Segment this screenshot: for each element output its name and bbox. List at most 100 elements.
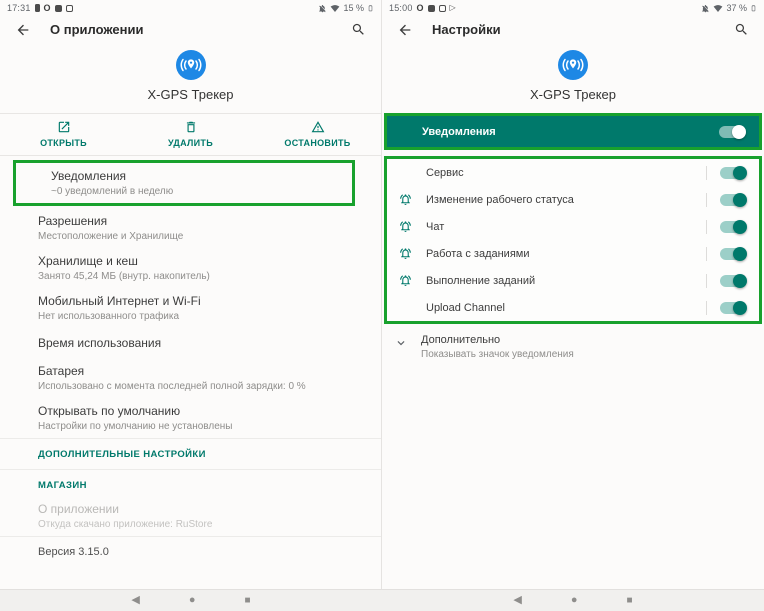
force-stop-button[interactable]: ОСТАНОВИТЬ: [254, 120, 381, 148]
wifi-icon: [330, 4, 340, 13]
navigation-bar-left: ◀ ● ■: [0, 590, 382, 611]
status-app-icon: [66, 5, 73, 12]
force-stop-button-label: ОСТАНОВИТЬ: [284, 138, 350, 148]
highlight-box-master-toggle: Уведомления: [384, 113, 762, 150]
recents-icon[interactable]: ■: [627, 596, 633, 606]
advanced-expander[interactable]: Дополнительно Показывать значок уведомле…: [382, 324, 764, 370]
channel-icon-slot: [399, 274, 426, 287]
channel-row-chat[interactable]: Чат: [387, 213, 759, 240]
status-app-icon: [55, 5, 62, 12]
bell-ringing-icon: [399, 193, 412, 206]
page-title: О приложении: [50, 22, 349, 37]
channel-row-status-change[interactable]: Изменение рабочего статуса: [387, 186, 759, 213]
app-action-buttons: ОТКРЫТЬ УДАЛИТЬ ОСТАНОВИТЬ: [0, 113, 381, 156]
status-app-icon: [35, 4, 40, 12]
uninstall-button-label: УДАЛИТЬ: [168, 138, 213, 148]
list-item-title: Разрешения: [38, 214, 365, 228]
search-button[interactable]: [349, 21, 367, 39]
x-gps-tracker-app-icon: [176, 50, 206, 80]
page-title: Настройки: [432, 22, 732, 37]
back-button[interactable]: [396, 21, 414, 39]
bell-ringing-icon: [399, 274, 412, 287]
channel-label: Чат: [426, 221, 706, 233]
channel-toggle[interactable]: [720, 275, 746, 287]
list-item-mobile-data[interactable]: Мобильный Интернет и Wi-Fi Нет использов…: [0, 288, 381, 328]
notifications-master-label: Уведомления: [422, 126, 719, 138]
highlight-box-notifications: Уведомления ~0 уведомлений в неделю: [13, 160, 355, 206]
channel-toggle[interactable]: [720, 248, 746, 260]
battery-icon: [750, 3, 757, 13]
open-in-new-icon: [57, 120, 71, 134]
status-bar-right: 15 %: [318, 3, 374, 13]
divider: [706, 166, 707, 180]
channel-toggle[interactable]: [720, 167, 746, 179]
notifications-master-row[interactable]: Уведомления: [387, 116, 759, 147]
divider: [706, 247, 707, 261]
channel-row-task-work[interactable]: Работа с заданиями: [387, 240, 759, 267]
home-icon[interactable]: ●: [189, 595, 196, 606]
toggle-thumb: [733, 193, 747, 207]
list-item-screen-time[interactable]: Время использования: [0, 328, 381, 358]
list-item-subtitle: Использовано с момента последней полной …: [38, 381, 365, 392]
list-item-title: Хранилище и кеш: [38, 254, 365, 268]
status-bar: 15:00 O ▷ 37 %: [382, 0, 764, 16]
app-bar: Настройки: [382, 16, 764, 43]
list-item-permissions[interactable]: Разрешения Местоположение и Хранилище: [0, 208, 381, 248]
advanced-subtitle: Показывать значок уведомления: [421, 349, 574, 360]
status-app-icon: O: [417, 4, 424, 12]
channel-toggle[interactable]: [720, 221, 746, 233]
recents-icon[interactable]: ■: [245, 596, 251, 606]
open-button[interactable]: ОТКРЫТЬ: [0, 120, 127, 148]
toggle-thumb: [733, 301, 747, 315]
app-info-screen: 17:31 O 15 % О приложении: [0, 0, 382, 589]
list-item-title: Уведомления: [51, 169, 336, 183]
chevron-slot: [394, 334, 421, 350]
battery-icon: [367, 3, 374, 13]
channel-toggle[interactable]: [720, 194, 746, 206]
status-app-icon: O: [44, 4, 51, 12]
search-button[interactable]: [732, 21, 750, 39]
bell-ringing-icon: [399, 247, 412, 260]
channel-row-upload-channel[interactable]: Upload Channel: [387, 294, 759, 321]
notification-settings-screen: 15:00 O ▷ 37 % Настройки: [382, 0, 764, 589]
list-item-subtitle: Откуда скачано приложение: RuStore: [38, 519, 365, 530]
notifications-master-toggle[interactable]: [719, 126, 745, 138]
navigation-bar-right: ◀ ● ■: [382, 590, 764, 611]
list-item-title: Мобильный Интернет и Wi-Fi: [38, 294, 365, 308]
list-item-notifications[interactable]: Уведомления ~0 уведомлений в неделю: [16, 163, 352, 203]
channel-toggle[interactable]: [720, 302, 746, 314]
list-item-open-by-default[interactable]: Открывать по умолчанию Настройки по умол…: [0, 398, 381, 438]
channel-label: Работа с заданиями: [426, 248, 706, 260]
list-item-battery[interactable]: Батарея Использовано с момента последней…: [0, 358, 381, 398]
status-bar-right: 37 %: [701, 3, 757, 13]
list-item-storage[interactable]: Хранилище и кеш Занято 45,24 МБ (внутр. …: [0, 248, 381, 288]
channel-icon-slot: [399, 220, 426, 233]
channel-row-task-completion[interactable]: Выполнение заданий: [387, 267, 759, 294]
back-arrow-icon: [15, 22, 31, 38]
app-identity: X-GPS Трекер: [0, 43, 381, 113]
home-icon[interactable]: ●: [571, 595, 578, 606]
channel-label: Upload Channel: [426, 302, 706, 314]
back-arrow-icon: [397, 22, 413, 38]
app-name: X-GPS Трекер: [0, 87, 381, 102]
app-identity: X-GPS Трекер: [382, 43, 764, 113]
x-gps-tracker-app-icon: [558, 50, 588, 80]
back-icon[interactable]: ◀: [513, 595, 521, 606]
status-app-icon: ▷: [450, 4, 456, 12]
notifications-muted-icon: [318, 4, 327, 13]
clock: 17:31: [7, 3, 31, 13]
channel-icon-slot: [399, 193, 426, 206]
back-icon[interactable]: ◀: [131, 595, 139, 606]
back-button[interactable]: [14, 21, 32, 39]
uninstall-button[interactable]: УДАЛИТЬ: [127, 120, 254, 148]
divider: [706, 193, 707, 207]
status-bar-left: 15:00 O ▷: [389, 3, 456, 13]
list-item-title: Открывать по умолчанию: [38, 404, 365, 418]
search-icon: [351, 22, 366, 37]
wifi-icon: [713, 4, 723, 13]
advanced-title: Дополнительно: [421, 334, 574, 346]
open-button-label: ОТКРЫТЬ: [40, 138, 87, 148]
channel-row-service[interactable]: Сервис: [387, 159, 759, 186]
warning-triangle-icon: [311, 120, 325, 134]
section-header-advanced-settings[interactable]: ДОПОЛНИТЕЛЬНЫЕ НАСТРОЙКИ: [0, 439, 381, 469]
